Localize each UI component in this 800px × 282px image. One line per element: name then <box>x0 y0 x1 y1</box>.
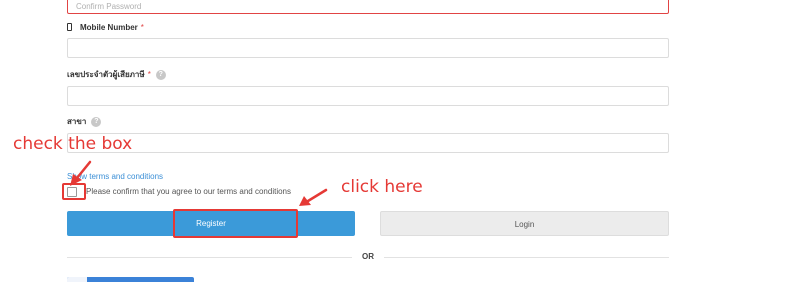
social-login-button[interactable] <box>67 277 194 282</box>
annotation-click-here: click here <box>341 177 423 197</box>
required-mark: * <box>147 70 151 79</box>
branch-input[interactable] <box>67 133 669 153</box>
help-icon[interactable]: ? <box>155 69 166 80</box>
annotation-check-the-box: check the box <box>13 134 133 154</box>
mobile-number-label: Mobile Number * <box>67 22 144 34</box>
agree-terms-text: Please confirm that you agree to our ter… <box>86 187 291 196</box>
mobile-phone-icon <box>67 23 72 31</box>
branch-label-text: สาขา <box>67 117 87 126</box>
mobile-number-label-text: Mobile Number <box>80 23 138 32</box>
divider-line-left <box>67 257 352 258</box>
divider-line-right <box>384 257 669 258</box>
checkbox-highlight-box <box>62 183 86 200</box>
tax-id-label: เลขประจำตัวผู้เสียภาษี *? <box>67 69 166 81</box>
confirm-password-placeholder: Confirm Password <box>76 2 142 11</box>
arrow-to-register <box>299 188 328 206</box>
tax-id-label-text: เลขประจำตัวผู้เสียภาษี <box>67 70 145 79</box>
or-text: OR <box>362 252 374 261</box>
confirm-password-input[interactable]: Confirm Password <box>67 0 669 14</box>
register-highlight-box <box>173 209 298 238</box>
branch-label: สาขา? <box>67 116 102 128</box>
login-button[interactable]: Login <box>380 211 669 236</box>
tax-id-input[interactable] <box>67 86 669 106</box>
show-terms-link[interactable]: Show terms and conditions <box>67 171 163 183</box>
or-divider: OR <box>67 251 669 263</box>
mobile-number-input[interactable] <box>67 38 669 58</box>
required-mark: * <box>140 23 144 32</box>
help-icon[interactable]: ? <box>91 116 102 127</box>
